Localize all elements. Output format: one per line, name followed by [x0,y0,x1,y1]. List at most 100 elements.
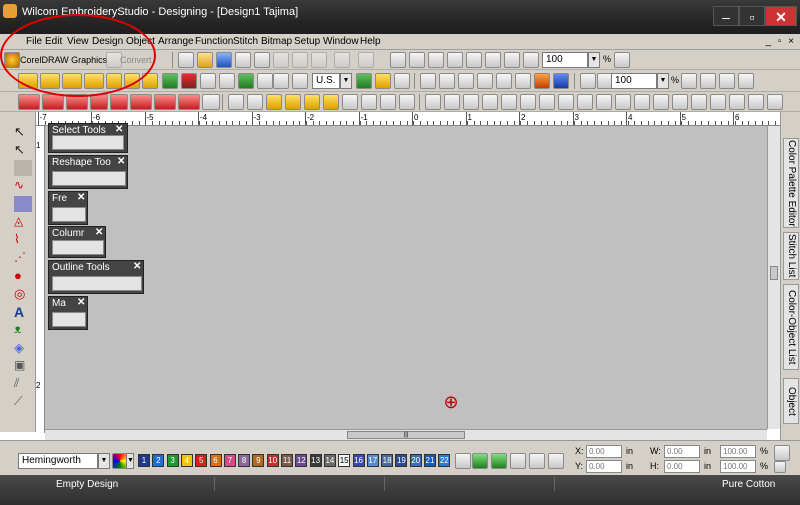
slow-redraw-icon[interactable] [409,52,425,68]
trueview-icon[interactable] [466,52,482,68]
close-button[interactable]: ✕ [765,6,797,26]
sequence-icon[interactable] [477,73,493,89]
menu-design[interactable]: Design [92,36,123,47]
menu-bitmap[interactable]: Bitmap [261,36,292,47]
input-b-icon[interactable]: ◬ [14,214,32,230]
show-vectors-icon[interactable] [504,52,520,68]
monogram-tool-icon[interactable]: ᴥ [14,322,32,338]
show-bitmap-icon[interactable] [485,52,501,68]
align-right-icon[interactable] [577,94,593,110]
reverse-curves-icon[interactable] [399,94,415,110]
outline-icon[interactable] [142,73,158,89]
thread-swatch[interactable]: 1 [138,454,150,467]
tab-stitch-list[interactable]: Stitch List [783,232,799,280]
thread-swatch[interactable]: 17 [366,454,379,467]
color-swatch-icon[interactable] [162,73,178,89]
zoom-out-icon[interactable] [681,73,697,89]
travel-icon[interactable] [390,52,406,68]
thread-swatch[interactable]: 6 [209,454,222,467]
input-c-icon[interactable]: ⌇ [14,232,32,248]
thread-swatch[interactable]: 22 [438,454,451,467]
thread-chart-dropdown-icon[interactable]: ▼ [98,453,110,469]
remove-overlaps-icon[interactable] [266,94,282,110]
show-grid-icon[interactable] [523,52,539,68]
freehand-tool-icon[interactable] [14,160,32,176]
panel-close-icon[interactable]: ✕ [77,192,85,203]
break-apart-icon[interactable] [539,94,555,110]
motif-fill-icon[interactable] [154,94,176,110]
redo-icon[interactable] [358,52,374,68]
new-file-icon[interactable] [178,52,194,68]
vertical-scrollbar[interactable] [767,126,780,429]
color-film-icon[interactable] [458,73,474,89]
program-split-icon[interactable] [66,94,88,110]
color-sort-icon[interactable] [510,453,526,469]
thread-swatch[interactable]: 8 [238,454,251,467]
menu-window[interactable]: Window [323,36,359,47]
panel-close-icon[interactable]: ✕ [115,124,123,135]
zoom-fit-icon[interactable] [700,73,716,89]
shapes-icon[interactable] [200,73,216,89]
circle-icon[interactable]: ◎ [14,286,32,302]
thread-chart-select[interactable]: Hemingworth [18,453,98,469]
column-tools-icons[interactable] [52,240,104,255]
cross-stitch-icon[interactable] [110,94,128,110]
app-icon[interactable] [3,4,17,18]
export-icon[interactable] [553,73,569,89]
horizontal-scrollbar[interactable]: ||| [45,429,767,440]
thread-swatch[interactable]: 14 [323,454,336,467]
print-icon[interactable] [235,52,251,68]
manual-tools-icons[interactable] [52,312,86,327]
pattern-icon[interactable]: ⫽ [14,376,32,392]
open-folder-icon[interactable] [197,52,213,68]
thread-swatch[interactable]: 19 [395,454,408,467]
approval-sheet-icon[interactable] [439,73,455,89]
menu-view[interactable]: View [67,36,89,47]
thread-swatch[interactable]: 2 [152,454,165,467]
tatami-stitch-icon[interactable] [42,94,64,110]
align-top-icon[interactable] [615,94,631,110]
reference-point-icon[interactable] [394,73,410,89]
unlock-icon[interactable] [482,94,498,110]
w-percent-input[interactable]: 100.00 [720,445,756,458]
measure-icon[interactable] [375,73,391,89]
thread-swatch[interactable]: 15 [338,454,351,467]
undo-icon[interactable] [334,52,350,68]
zoom-dropdown-icon[interactable]: ▼ [588,52,600,68]
branch-icon[interactable] [501,94,517,110]
team-names-icon[interactable] [257,73,273,89]
thread-swatch[interactable]: 9 [252,454,265,467]
complex-fill-icon[interactable]: ● [14,268,32,284]
artistic-media-icon[interactable] [62,73,82,89]
add-color-icon[interactable] [472,453,488,469]
color-object-icon[interactable] [515,73,531,89]
horizontal-scroll-thumb[interactable]: ||| [347,431,465,439]
zoom-all-icon[interactable] [738,73,754,89]
lettering-tool-icon[interactable]: A [14,304,32,320]
grid-icon[interactable] [273,73,289,89]
offset-outline-icon[interactable] [228,94,244,110]
thread-swatch[interactable]: 16 [352,454,365,467]
tab-color-palette-editor[interactable]: Color Palette Editor [783,138,799,228]
stitch-list-icon[interactable] [496,73,512,89]
vertical-scroll-thumb[interactable] [770,266,778,280]
input-a-icon[interactable] [14,196,32,212]
trapunto-icon[interactable] [202,94,220,110]
make-same-width-icon[interactable] [710,94,726,110]
corel-freehand-icon[interactable] [18,73,38,89]
tab-object[interactable]: Object [783,378,799,424]
run-stitch-icon[interactable]: ∿ [14,178,32,194]
thread-swatch[interactable]: 7 [223,454,236,467]
knife-icon[interactable]: ⟋ [14,394,32,410]
closest-join-icon[interactable] [304,94,320,110]
thread-swatch[interactable]: 10 [266,454,279,467]
units-dropdown-icon[interactable]: ▼ [340,73,352,89]
column-icon[interactable]: ⋰ [14,250,32,266]
group-icon[interactable] [425,94,441,110]
outline-tools-icons[interactable] [52,276,142,291]
units-select[interactable]: U.S. [312,73,340,89]
menu-edit[interactable]: Edit [45,36,62,47]
menu-file[interactable]: File [26,36,42,47]
panel-close-icon[interactable]: ✕ [77,297,85,308]
y-input[interactable]: 0.00 [586,460,622,473]
